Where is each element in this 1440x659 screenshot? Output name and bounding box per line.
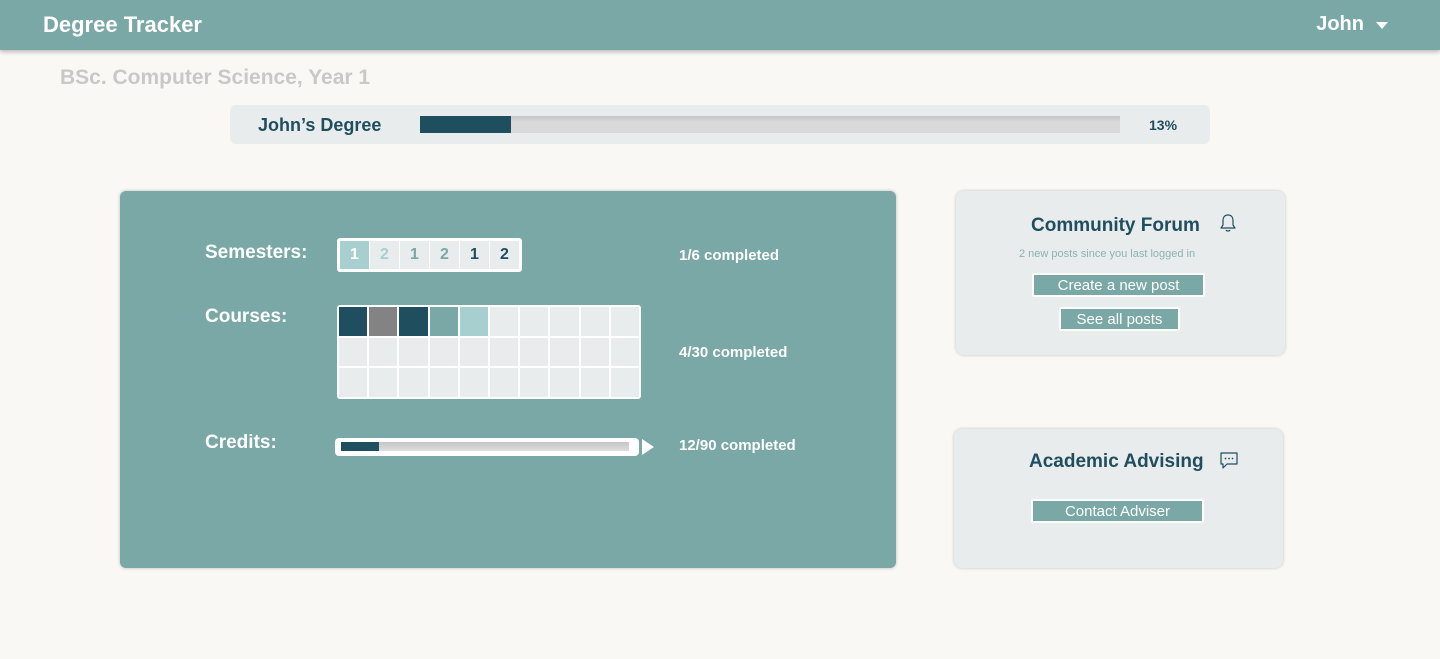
credits-status: 12/90 completed <box>679 437 796 454</box>
course-cell <box>580 337 609 367</box>
program-title: BSc. Computer Science, Year 1 <box>60 66 371 89</box>
chat-bubble-icon[interactable] <box>1219 451 1239 470</box>
progress-panel: Semesters: 121212 1/6 completed Courses:… <box>120 191 896 568</box>
user-menu[interactable]: John <box>1316 13 1388 36</box>
course-cell <box>369 307 398 336</box>
course-cell <box>610 368 639 397</box>
semesters-status: 1/6 completed <box>679 247 780 264</box>
credits-progress-inner <box>341 442 629 451</box>
semester-cell: 1 <box>340 241 369 269</box>
course-cell <box>580 368 609 397</box>
courses-label: Courses: <box>205 306 288 327</box>
app-title: Degree Tracker <box>43 12 202 37</box>
degree-progress-bar: John’s Degree 13% <box>230 105 1210 144</box>
semester-cell: 1 <box>460 241 489 269</box>
course-cell <box>520 337 549 367</box>
semester-cell: 2 <box>490 241 519 269</box>
course-cell <box>490 368 519 397</box>
chevron-down-icon[interactable] <box>1376 22 1388 29</box>
degree-progress-track <box>420 116 1120 133</box>
semester-cell: 2 <box>370 241 399 269</box>
semesters-indicator: 121212 <box>337 238 522 272</box>
course-cell <box>369 368 398 397</box>
credits-label: Credits: <box>205 432 277 453</box>
course-cell <box>610 337 639 367</box>
course-cell <box>490 337 519 367</box>
course-cell <box>459 307 488 336</box>
forum-title: Community Forum <box>1031 215 1200 236</box>
credits-progress-fill <box>341 442 380 451</box>
course-cell <box>459 368 488 397</box>
credits-progress-track <box>335 438 639 456</box>
course-cell <box>339 307 368 336</box>
semester-cell: 1 <box>400 241 429 269</box>
course-cell <box>399 307 428 336</box>
course-cell <box>550 337 579 367</box>
play-arrow-icon[interactable] <box>642 439 654 455</box>
semester-cell: 2 <box>430 241 459 269</box>
academic-advising-card: Academic Advising Contact Adviser <box>954 429 1283 568</box>
course-cell <box>339 368 368 397</box>
top-navigation-bar: Degree Tracker John <box>0 0 1440 50</box>
contact-adviser-button[interactable]: Contact Adviser <box>1031 499 1204 523</box>
user-name[interactable]: John <box>1316 13 1364 36</box>
semesters-label: Semesters: <box>205 242 308 263</box>
course-cell <box>490 307 519 336</box>
courses-status: 4/30 completed <box>679 344 788 361</box>
degree-label: John’s Degree <box>258 115 382 135</box>
course-cell <box>429 368 458 397</box>
courses-grid <box>337 305 641 399</box>
course-cell <box>459 337 488 367</box>
course-cell <box>339 337 368 367</box>
course-cell <box>399 337 428 367</box>
course-cell <box>369 337 398 367</box>
course-cell <box>520 368 549 397</box>
community-forum-card: Community Forum 2 new posts since you la… <box>956 191 1285 355</box>
degree-progress-percent: 13% <box>1149 117 1178 133</box>
course-cell <box>580 307 609 336</box>
course-cell <box>550 307 579 336</box>
degree-progress-fill <box>420 116 511 133</box>
course-cell <box>429 307 458 336</box>
course-cell <box>399 368 428 397</box>
course-cell <box>610 307 639 336</box>
advising-title: Academic Advising <box>1029 451 1204 472</box>
bell-icon[interactable] <box>1219 213 1237 233</box>
course-cell <box>550 368 579 397</box>
create-post-button[interactable]: Create a new post <box>1032 273 1205 297</box>
forum-subtitle: 2 new posts since you last logged in <box>1019 248 1196 260</box>
course-cell <box>520 307 549 336</box>
see-all-posts-button[interactable]: See all posts <box>1059 307 1180 331</box>
course-cell <box>429 337 458 367</box>
